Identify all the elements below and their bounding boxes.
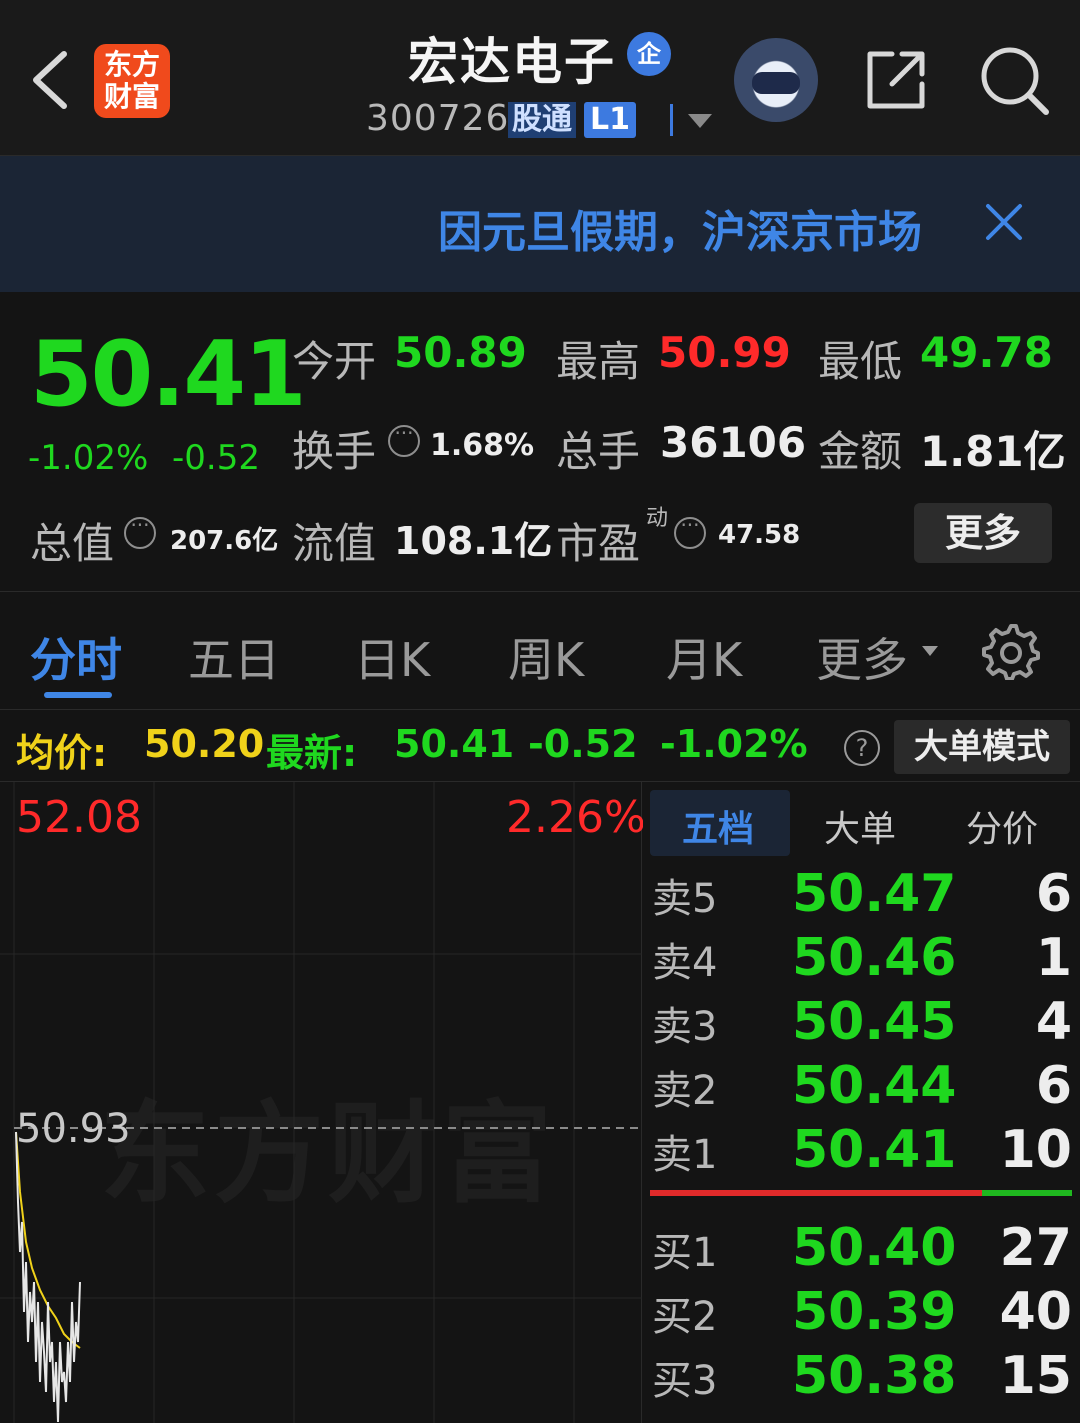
ask-price: 50.41 bbox=[792, 1120, 957, 1180]
latest-label: 最新: bbox=[266, 731, 358, 775]
float-value: 108.1亿 bbox=[394, 519, 553, 563]
assistant-robot-icon[interactable] bbox=[734, 38, 818, 122]
chevron-left-icon[interactable] bbox=[28, 48, 72, 112]
amount-value: 1.81亿 bbox=[920, 427, 1066, 476]
big-order-mode-button[interactable]: 大单模式 bbox=[894, 720, 1070, 774]
chart-canvas bbox=[0, 782, 642, 1423]
bid-qty: 15 bbox=[999, 1346, 1072, 1406]
chevron-down-icon[interactable] bbox=[922, 646, 938, 656]
app-logo[interactable]: 东方 财富 bbox=[94, 44, 170, 118]
avg-label: 均价: bbox=[16, 731, 108, 775]
bid-label: 买2 bbox=[652, 1294, 718, 1340]
change-percent: -1.02% bbox=[28, 438, 149, 478]
ask-label: 卖4 bbox=[652, 940, 718, 986]
mktcap-label: 总值 bbox=[30, 519, 115, 568]
tab-intraday[interactable]: 分时 bbox=[30, 624, 122, 690]
chart-max-price: 52.08 bbox=[16, 792, 142, 843]
avg-value: 50.20 bbox=[144, 722, 265, 766]
tab-big-orders[interactable]: 大单 bbox=[824, 800, 896, 852]
enterprise-badge: 企 bbox=[627, 32, 671, 76]
bid-price: 50.40 bbox=[792, 1218, 957, 1278]
low-label: 最低 bbox=[818, 337, 903, 386]
tab-daily-k[interactable]: 日K bbox=[354, 624, 430, 690]
ask-label: 卖3 bbox=[652, 1004, 718, 1050]
ask-qty: 4 bbox=[1035, 992, 1072, 1052]
info-dots-icon[interactable] bbox=[124, 513, 156, 549]
ask-qty: 6 bbox=[1035, 864, 1072, 924]
pe-value: 47.58 bbox=[718, 520, 801, 550]
open-value: 50.89 bbox=[394, 328, 527, 377]
pe-dynamic-mark: 动 bbox=[646, 506, 669, 531]
tab-monthly-k[interactable]: 月K bbox=[666, 624, 742, 690]
price-line bbox=[15, 1131, 81, 1423]
close-icon[interactable] bbox=[984, 202, 1024, 242]
open-label: 今开 bbox=[292, 337, 377, 386]
turnover-value: 1.68% bbox=[430, 428, 535, 463]
notice-text[interactable]: 因元旦假期，沪深京市场 bbox=[438, 196, 946, 260]
bid-label: 买3 bbox=[652, 1358, 718, 1404]
connect-tag: 股通 bbox=[508, 102, 576, 138]
latest-value: 50.41 bbox=[394, 722, 515, 766]
ask-label: 卖1 bbox=[652, 1132, 718, 1178]
tab-price-distribution[interactable]: 分价 bbox=[966, 800, 1038, 852]
divider bbox=[670, 104, 673, 136]
float-label: 流值 bbox=[292, 519, 377, 568]
high-value: 50.99 bbox=[658, 328, 791, 377]
bid-qty: 27 bbox=[999, 1218, 1072, 1278]
ask-price: 50.44 bbox=[792, 1056, 957, 1116]
ask-qty: 1 bbox=[1035, 928, 1072, 988]
tab-more[interactable]: 更多 bbox=[816, 624, 908, 690]
stock-name: 宏达电子 bbox=[408, 33, 616, 91]
chart-prev-close: 50.93 bbox=[16, 1106, 131, 1152]
bid-label: 买1 bbox=[652, 1230, 718, 1276]
logo-line2: 财富 bbox=[103, 80, 160, 113]
active-tab-indicator bbox=[44, 692, 112, 698]
dropdown-caret-icon[interactable] bbox=[688, 114, 712, 128]
stock-code: 300726 bbox=[366, 98, 510, 139]
volume-label: 总手 bbox=[556, 427, 641, 476]
info-dots-icon[interactable] bbox=[674, 513, 706, 549]
amount-label: 金额 bbox=[818, 427, 903, 476]
ask-price: 50.46 bbox=[792, 928, 957, 988]
change-amount: -0.52 bbox=[172, 438, 260, 478]
level-tag: L1 bbox=[584, 102, 636, 138]
buy-ratio-bar bbox=[982, 1190, 1072, 1196]
latest-change: -0.52 bbox=[528, 722, 638, 766]
gear-icon[interactable] bbox=[982, 622, 1040, 680]
current-price: 50.41 bbox=[30, 322, 307, 427]
latest-change-pct: -1.02% bbox=[660, 722, 808, 766]
high-label: 最高 bbox=[556, 337, 641, 386]
tab-weekly-k[interactable]: 周K bbox=[508, 624, 584, 690]
tab-five-levels[interactable]: 五档 bbox=[682, 800, 754, 852]
turnover-label: 换手 bbox=[292, 427, 377, 476]
ask-label: 卖5 bbox=[652, 876, 718, 922]
ask-qty: 10 bbox=[999, 1120, 1072, 1180]
ask-price: 50.45 bbox=[792, 992, 957, 1052]
pe-label: 市盈 bbox=[556, 519, 641, 568]
share-icon[interactable] bbox=[862, 46, 930, 114]
tab-five-day[interactable]: 五日 bbox=[188, 624, 280, 690]
help-icon[interactable]: ? bbox=[844, 730, 880, 766]
bid-qty: 40 bbox=[999, 1282, 1072, 1342]
mktcap-value: 207.6亿 bbox=[170, 526, 279, 556]
sell-ratio-bar bbox=[650, 1190, 982, 1196]
ask-price: 50.47 bbox=[792, 864, 957, 924]
logo-line1: 东方 bbox=[103, 48, 160, 81]
bid-price: 50.39 bbox=[792, 1282, 957, 1342]
more-button[interactable]: 更多 bbox=[914, 503, 1052, 563]
low-value: 49.78 bbox=[920, 328, 1053, 377]
ask-label: 卖2 bbox=[652, 1068, 718, 1114]
info-dots-icon[interactable] bbox=[388, 421, 420, 457]
bid-price: 50.38 bbox=[792, 1346, 957, 1406]
ask-qty: 6 bbox=[1035, 1056, 1072, 1116]
volume-value: 36106 bbox=[660, 418, 807, 467]
chart-max-percent: 2.26% bbox=[506, 792, 646, 843]
search-icon[interactable] bbox=[978, 44, 1050, 116]
